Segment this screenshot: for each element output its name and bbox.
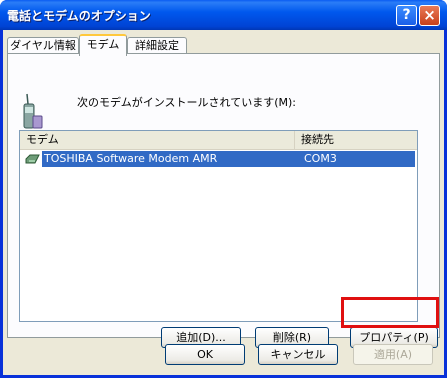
port-cell: COM3	[304, 152, 337, 165]
modem-list[interactable]: モデム 接続先 TOSHIBA Software Modem AMR COM3	[19, 130, 418, 322]
tab-dialing-rules[interactable]: ダイヤル情報	[7, 37, 79, 54]
modem-list-label: 次のモデムがインストールされています(M):	[77, 96, 297, 109]
help-button[interactable]: ?	[396, 5, 417, 26]
tab-advanced[interactable]: 詳細設定	[127, 37, 187, 54]
tab-modems[interactable]: モデム	[79, 34, 127, 56]
column-header-port[interactable]: 接続先	[295, 131, 417, 149]
list-item[interactable]: TOSHIBA Software Modem AMR COM3	[22, 151, 415, 167]
phone-icon	[23, 93, 43, 129]
close-button[interactable]: ×	[419, 5, 440, 26]
ok-button[interactable]: OK	[165, 344, 245, 365]
cancel-button[interactable]: キャンセル	[258, 344, 338, 365]
apply-button[interactable]: 適用(A)	[353, 344, 433, 365]
tab-panel-modems: 次のモデムがインストールされています(M): モデム 接続先 TOSHIBA S…	[7, 53, 440, 348]
list-header: モデム 接続先	[20, 131, 417, 150]
column-header-modem[interactable]: モデム	[20, 131, 295, 149]
title-bar[interactable]: 電話とモデムのオプション ? ×	[0, 0, 447, 30]
modem-name-cell: TOSHIBA Software Modem AMR	[44, 152, 218, 165]
window-title: 電話とモデムのオプション	[7, 9, 151, 23]
highlight-box	[341, 297, 439, 328]
list-item-selection: TOSHIBA Software Modem AMR COM3	[42, 151, 415, 167]
modem-icon	[25, 154, 40, 164]
